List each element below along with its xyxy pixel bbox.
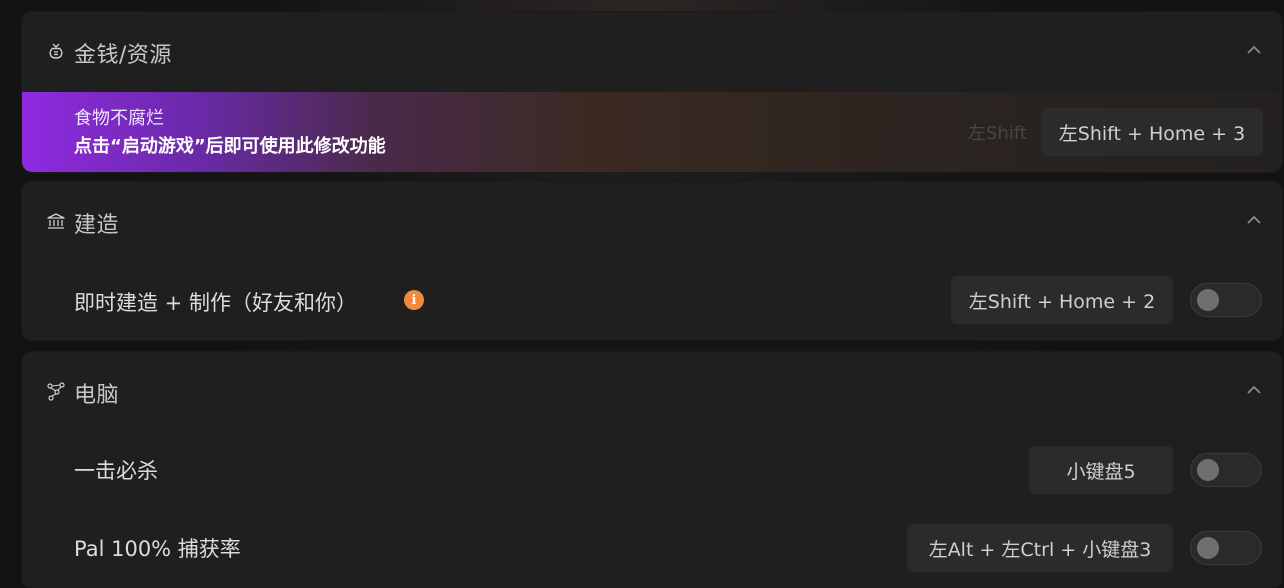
section-money-resources: 金钱/资源 食物不腐烂 点击“启动游戏”后即可使用此修改功能 左Shift 左S… [22, 12, 1282, 172]
hotkey-button[interactable]: 左Shift + Home + 3 [1041, 108, 1263, 156]
chevron-up-icon[interactable] [1246, 44, 1262, 56]
hotkey-button[interactable]: 左Shift + Home + 2 [951, 276, 1173, 324]
launch-game-notice-banner: 食物不腐烂 点击“启动游戏”后即可使用此修改功能 左Shift 左Shift +… [22, 92, 1282, 172]
notice-text: 点击“启动游戏”后即可使用此修改功能 [74, 136, 386, 157]
section-build: 建造 即时建造 + 制作（好友和你） i 左Shift + Home + 2 [22, 182, 1282, 340]
cheat-row: 即时建造 + 制作（好友和你） i 左Shift + Home + 2 [22, 270, 1282, 330]
cheat-label: 即时建造 + 制作（好友和你） [74, 291, 357, 315]
section-header[interactable]: 电脑 [22, 352, 1282, 430]
section-title: 建造 [74, 213, 120, 238]
feature-label: 食物不腐烂 [74, 108, 164, 129]
section-header[interactable]: 建造 [22, 182, 1282, 260]
cheat-label: Pal 100% 捕获率 [74, 537, 241, 561]
cheat-row: 一击必杀 小键盘5 [22, 440, 1282, 500]
toggle-knob [1197, 537, 1219, 559]
cheat-toggle[interactable] [1190, 453, 1262, 487]
section-title: 电脑 [74, 383, 120, 408]
chevron-up-icon[interactable] [1246, 214, 1262, 226]
network-nodes-icon [47, 382, 65, 401]
cheat-label: 一击必杀 [74, 459, 158, 483]
chevron-up-icon[interactable] [1246, 384, 1262, 396]
section-computer: 电脑 一击必杀 小键盘5 Pal 100% 捕获率 左Alt + 左Ctrl +… [22, 352, 1282, 588]
cheat-toggle[interactable] [1190, 531, 1262, 565]
toggle-knob [1197, 289, 1219, 311]
cheat-row: Pal 100% 捕获率 左Alt + 左Ctrl + 小键盘3 [22, 518, 1282, 578]
hotkey-button[interactable]: 小键盘5 [1029, 446, 1173, 494]
section-title: 金钱/资源 [74, 43, 172, 68]
cheat-toggle[interactable] [1190, 283, 1262, 317]
toggle-knob [1197, 459, 1219, 481]
faded-hotkey-text: 左Shift [968, 123, 1027, 144]
section-header[interactable]: 金钱/资源 [22, 12, 1282, 90]
info-icon[interactable]: i [404, 290, 424, 310]
bank-building-icon [47, 213, 65, 229]
hotkey-button[interactable]: 左Alt + 左Ctrl + 小键盘3 [907, 524, 1173, 572]
money-bag-icon [49, 43, 63, 59]
